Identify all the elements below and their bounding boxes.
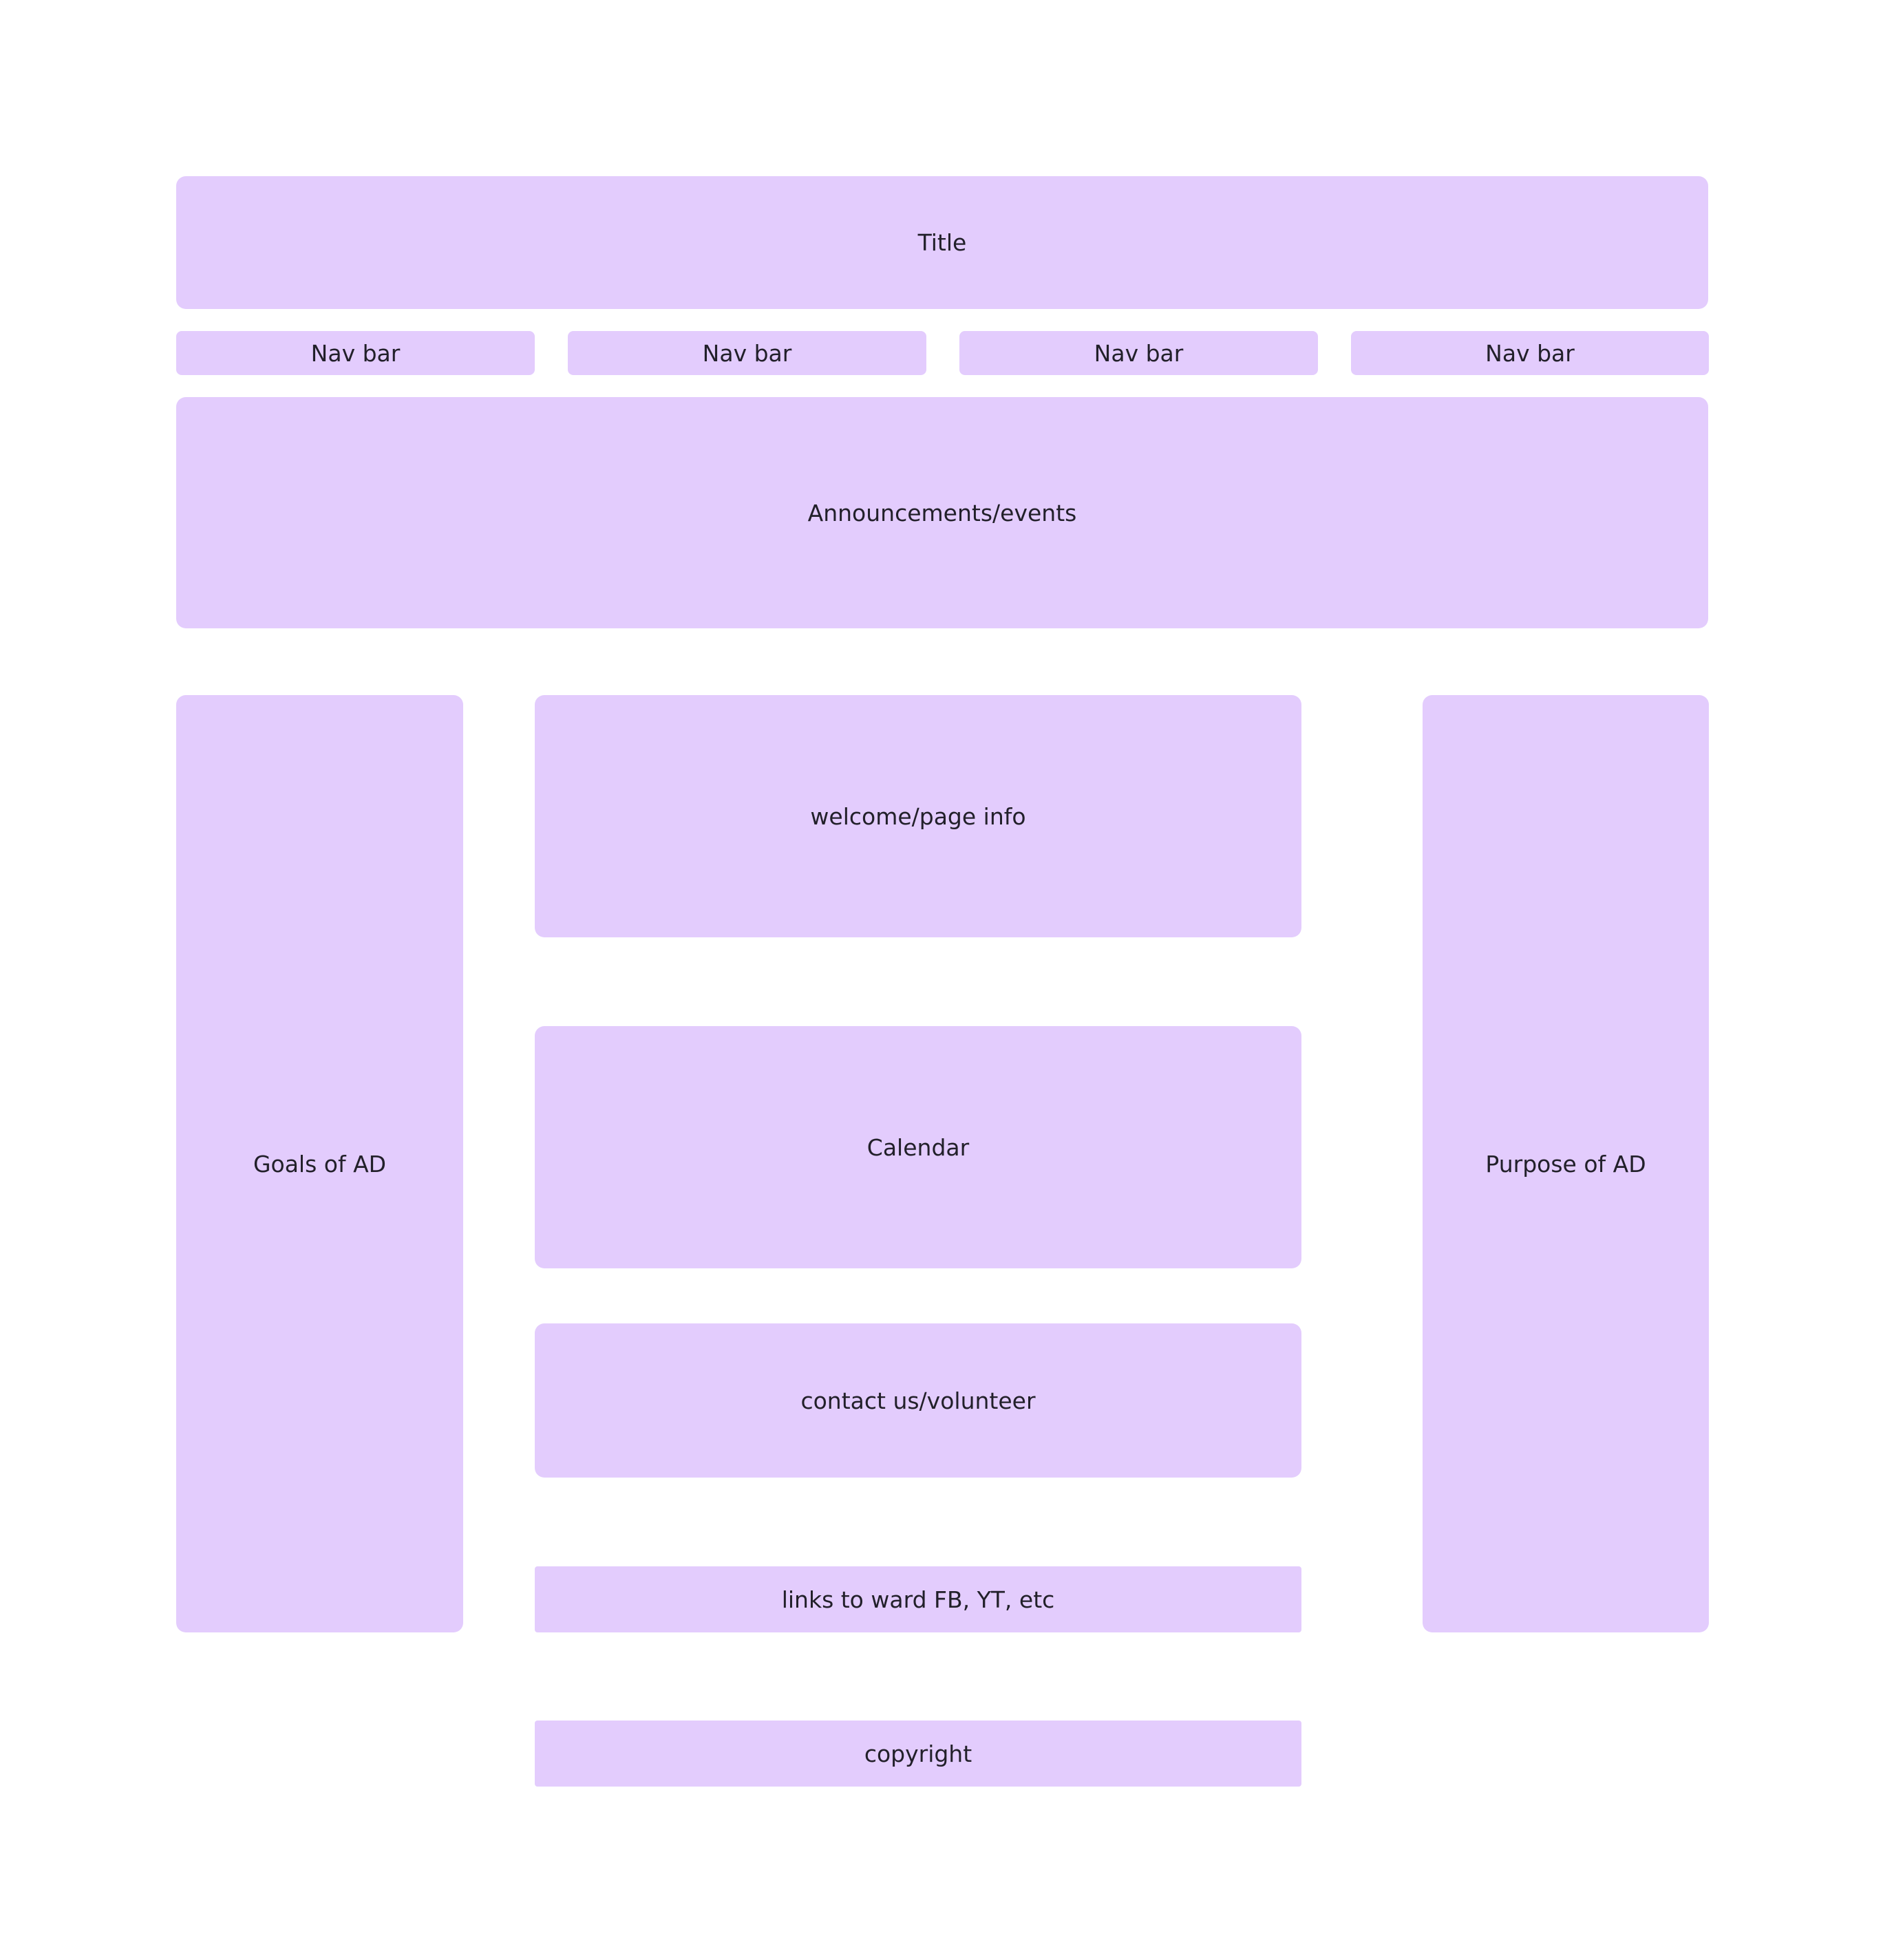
nav-bar-item-1[interactable]: Nav bar [176, 331, 535, 375]
welcome-label: welcome/page info [810, 802, 1026, 830]
nav-bar-item-2[interactable]: Nav bar [568, 331, 926, 375]
nav-bar-label: Nav bar [1094, 339, 1184, 367]
nav-bar-item-3[interactable]: Nav bar [959, 331, 1318, 375]
social-links-block: links to ward FB, YT, etc [535, 1566, 1301, 1632]
contact-block: contact us/volunteer [535, 1323, 1301, 1478]
copyright-label: copyright [864, 1740, 972, 1767]
calendar-label: Calendar [866, 1133, 970, 1161]
contact-label: contact us/volunteer [800, 1387, 1036, 1414]
announcements-label: Announcements/events [807, 499, 1077, 526]
purpose-label: Purpose of AD [1485, 1150, 1646, 1178]
purpose-sidebar: Purpose of AD [1423, 695, 1709, 1632]
calendar-block: Calendar [535, 1026, 1301, 1268]
title-label: Title [917, 229, 967, 256]
title-block: Title [176, 176, 1708, 309]
nav-bar-label: Nav bar [310, 339, 401, 367]
social-links-label: links to ward FB, YT, etc [781, 1586, 1055, 1613]
goals-sidebar: Goals of AD [176, 695, 463, 1632]
nav-bar-label: Nav bar [702, 339, 792, 367]
copyright-block: copyright [535, 1721, 1301, 1787]
nav-bar-label: Nav bar [1485, 339, 1575, 367]
announcements-block: Announcements/events [176, 397, 1708, 628]
goals-label: Goals of AD [253, 1150, 387, 1178]
welcome-block: welcome/page info [535, 695, 1301, 937]
nav-bar-item-4[interactable]: Nav bar [1351, 331, 1709, 375]
